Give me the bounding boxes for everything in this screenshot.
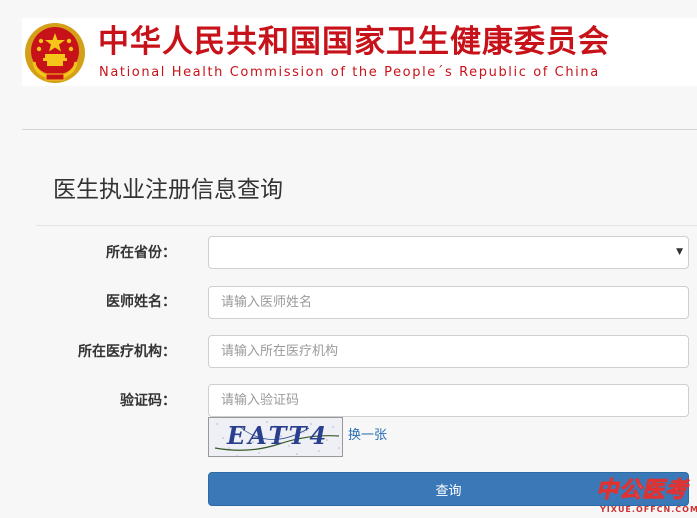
- captcha-input[interactable]: [208, 384, 689, 417]
- chevron-down-icon: ▼: [676, 247, 683, 257]
- site-header: 中华人民共和国国家卫生健康委员会 National Health Commiss…: [22, 18, 697, 86]
- institution-input[interactable]: [208, 335, 689, 368]
- province-select[interactable]: ▼: [208, 236, 689, 269]
- watermark-logo: 中公医考 YIXUE.OFFCN.COM: [595, 478, 697, 516]
- province-label: 所在省份：: [106, 245, 176, 261]
- national-emblem-icon: [25, 23, 85, 83]
- title-divider: [36, 225, 697, 226]
- header-title-en: National Health Commission of the People…: [99, 65, 600, 80]
- watermark-text: 中公医考: [595, 478, 689, 504]
- institution-label: 所在医疗机构：: [78, 344, 176, 360]
- refresh-captcha-link[interactable]: 换一张: [348, 427, 387, 445]
- watermark-url: YIXUE.OFFCN.COM: [600, 505, 697, 514]
- doctor-name-label: 医师姓名：: [106, 294, 176, 310]
- captcha-image: EATT4: [208, 417, 343, 457]
- province-select-box[interactable]: [208, 236, 689, 269]
- doctor-name-input[interactable]: [208, 286, 689, 319]
- captcha-label: 验证码：: [120, 393, 176, 409]
- header-title-cn: 中华人民共和国国家卫生健康委员会: [98, 24, 610, 60]
- captcha-text: EATT4: [227, 421, 330, 450]
- header-divider: [22, 129, 697, 130]
- page-title: 医生执业注册信息查询: [53, 177, 283, 203]
